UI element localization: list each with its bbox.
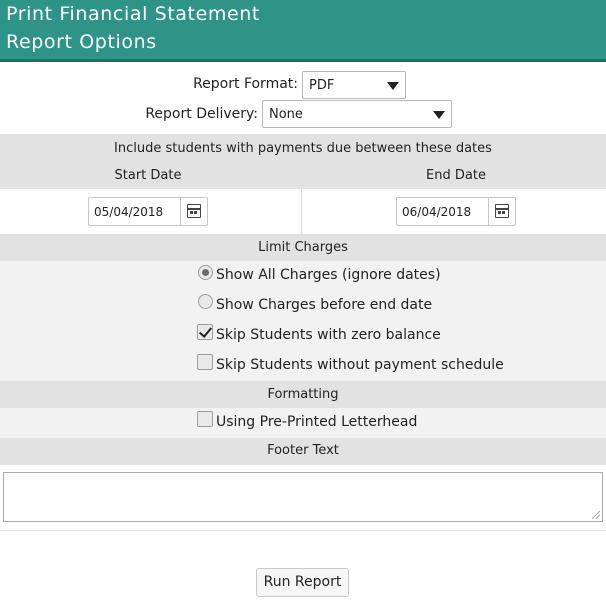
end-date-picker-button[interactable]	[488, 198, 515, 225]
date-range-heading: Include students with payments due betwe…	[114, 141, 492, 156]
footer-text-input[interactable]	[3, 472, 603, 522]
formatting-heading: Formatting	[0, 381, 606, 408]
skip-no-schedule-label: Skip Students without payment schedule	[216, 357, 504, 373]
title-bar: Print Financial Statement Report Options	[0, 0, 606, 62]
chevron-down-icon	[387, 82, 399, 90]
end-date-field[interactable]: 06/04/2018	[396, 197, 516, 226]
show-all-charges-label: Show All Charges (ignore dates)	[216, 267, 441, 283]
show-charges-before-end-radio[interactable]	[198, 294, 213, 309]
start-date-label: Start Date	[114, 168, 182, 183]
start-date-value: 05/04/2018	[94, 205, 164, 219]
end-date-value: 06/04/2018	[402, 205, 472, 219]
skip-zero-balance-checkbox[interactable]	[197, 324, 213, 340]
start-date-field[interactable]: 05/04/2018	[88, 197, 208, 226]
report-delivery-label: Report Delivery:	[145, 106, 258, 122]
run-report-button[interactable]: Run Report	[256, 568, 349, 597]
show-all-charges-radio[interactable]	[198, 265, 213, 280]
chevron-down-icon	[433, 111, 445, 119]
end-date-label: End Date	[426, 168, 486, 183]
report-format-select[interactable]: PDF	[302, 71, 406, 99]
skip-zero-balance-label: Skip Students with zero balance	[216, 327, 441, 343]
date-divider	[301, 189, 302, 234]
start-date-picker-button[interactable]	[180, 198, 207, 225]
letterhead-label: Using Pre-Printed Letterhead	[216, 414, 418, 430]
report-format-value: PDF	[309, 78, 335, 93]
window-title: Print Financial Statement	[6, 3, 260, 25]
section-divider	[0, 530, 606, 531]
show-charges-before-end-label: Show Charges before end date	[216, 297, 433, 313]
report-format-label: Report Format:	[193, 76, 298, 92]
skip-no-schedule-checkbox[interactable]	[197, 354, 213, 370]
report-delivery-value: None	[269, 107, 303, 122]
report-delivery-select[interactable]: None	[262, 100, 452, 128]
limit-charges-heading: Limit Charges	[0, 234, 606, 261]
window-subtitle: Report Options	[6, 31, 157, 53]
date-range-section: Include students with payments due betwe…	[0, 134, 606, 189]
calendar-icon	[187, 204, 201, 218]
calendar-icon	[495, 204, 509, 218]
footer-text-heading: Footer Text	[0, 438, 606, 465]
letterhead-checkbox[interactable]	[197, 411, 213, 427]
